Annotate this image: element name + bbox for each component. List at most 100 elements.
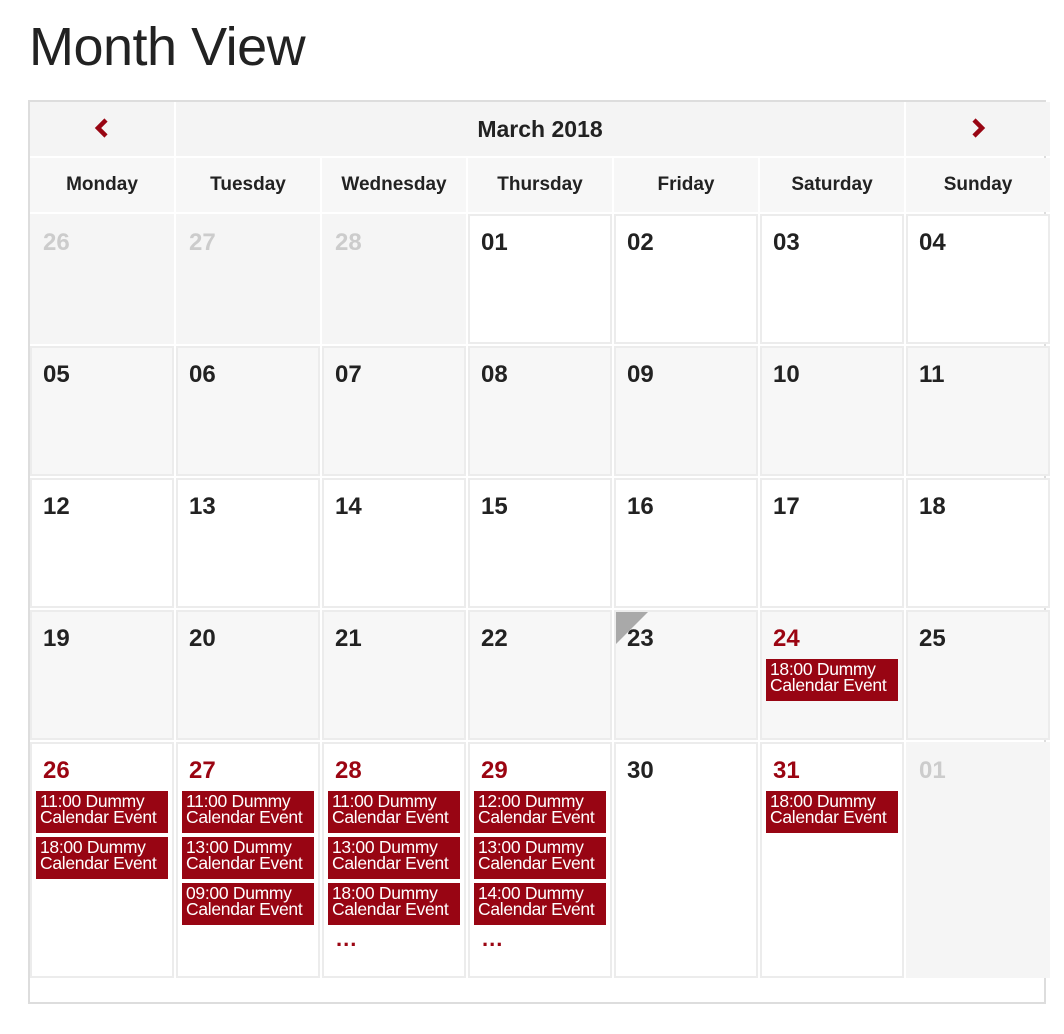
day-number: 20 [189, 625, 216, 652]
day-cell[interactable]: 30 [614, 742, 758, 978]
calendar-event[interactable]: 12:00 Dummy Calendar Event [474, 791, 606, 833]
day-cell-other-month[interactable]: 27 [176, 214, 320, 344]
day-number: 13 [189, 493, 216, 520]
day-number: 08 [481, 361, 508, 388]
calendar-event[interactable]: 18:00 Dummy Calendar Event [328, 883, 460, 925]
event-list: 12:00 Dummy Calendar Event 13:00 Dummy Ca… [474, 791, 606, 925]
day-cell[interactable]: 03 [760, 214, 905, 344]
calendar-event[interactable]: 14:00 Dummy Calendar Event [474, 883, 606, 925]
day-number: 19 [43, 625, 70, 652]
chevron-left-icon [94, 117, 108, 138]
event-list: 11:00 Dummy Calendar Event 13:00 Dummy Ca… [328, 791, 460, 925]
day-cell[interactable]: 21 [322, 610, 466, 740]
calendar-event[interactable]: 11:00 Dummy Calendar Event [36, 791, 168, 833]
weekday-header: Friday [614, 158, 758, 212]
day-cell[interactable]: 12 [30, 478, 174, 608]
page-title: Month View [29, 17, 306, 77]
weekday-header-row: Monday Tuesday Wednesday Thursday Friday… [30, 158, 1051, 212]
day-cell[interactable]: 01 [468, 214, 612, 344]
calendar-weeks: 26 27 28 01 02 03 04 05 06 07 08 09 10 11 12 13 14 15 16 17… [30, 214, 1051, 978]
prev-month-cell[interactable] [30, 102, 174, 156]
calendar-event[interactable]: 09:00 Dummy Calendar Event [182, 883, 314, 925]
day-cell[interactable]: 22 [468, 610, 612, 740]
more-events-link[interactable]: ... [482, 928, 610, 950]
day-number: 25 [919, 625, 946, 652]
day-number: 07 [335, 361, 362, 388]
day-cell[interactable]: 02 [614, 214, 758, 344]
day-cell[interactable]: 28 11:00 Dummy Calendar Event 13:00 Dummy … [322, 742, 466, 978]
day-number: 31 [773, 757, 800, 784]
calendar-event[interactable]: 18:00 Dummy Calendar Event [766, 659, 899, 701]
day-number: 16 [627, 493, 654, 520]
day-cell[interactable]: 29 12:00 Dummy Calendar Event 13:00 Dummy … [468, 742, 612, 978]
day-cell[interactable]: 13 [176, 478, 320, 608]
day-number: 05 [43, 361, 70, 388]
day-number: 10 [773, 361, 800, 388]
day-cell[interactable]: 08 [468, 346, 612, 476]
week-row: 12 13 14 15 16 17 18 [30, 478, 1051, 608]
calendar-nav-row: March 2018 [30, 102, 1051, 156]
day-cell[interactable]: 06 [176, 346, 320, 476]
weekday-header: Monday [30, 158, 174, 212]
calendar-event[interactable]: 13:00 Dummy Calendar Event [182, 837, 314, 879]
day-number: 17 [773, 493, 800, 520]
day-number: 27 [189, 229, 216, 256]
day-cell[interactable]: 19 [30, 610, 174, 740]
day-number: 30 [627, 757, 654, 784]
calendar-event[interactable]: 18:00 Dummy Calendar Event [766, 791, 899, 833]
today-corner-marker-icon [616, 612, 648, 644]
day-cell[interactable]: 09 [614, 346, 758, 476]
day-number: 09 [627, 361, 654, 388]
day-number: 15 [481, 493, 508, 520]
event-list: 18:00 Dummy Calendar Event [766, 791, 899, 833]
calendar-event[interactable]: 13:00 Dummy Calendar Event [328, 837, 460, 879]
day-number: 01 [919, 757, 946, 784]
day-number: 14 [335, 493, 362, 520]
calendar-event[interactable]: 18:00 Dummy Calendar Event [36, 837, 168, 879]
day-number: 11 [919, 361, 945, 388]
day-number: 29 [481, 757, 508, 784]
day-cell[interactable]: 11 [906, 346, 1051, 476]
day-cell[interactable]: 20 [176, 610, 320, 740]
week-row: 05 06 07 08 09 10 11 [30, 346, 1051, 476]
day-cell-other-month[interactable]: 26 [30, 214, 174, 344]
day-cell[interactable]: 04 [906, 214, 1051, 344]
day-cell[interactable]: 25 [906, 610, 1051, 740]
weekday-header: Sunday [906, 158, 1051, 212]
day-cell[interactable]: 07 [322, 346, 466, 476]
day-cell[interactable]: 15 [468, 478, 612, 608]
day-number: 27 [189, 757, 216, 784]
event-list: 11:00 Dummy Calendar Event 18:00 Dummy Ca… [36, 791, 168, 879]
day-cell[interactable]: 23 [614, 610, 758, 740]
day-number: 02 [627, 229, 654, 256]
calendar-event[interactable]: 11:00 Dummy Calendar Event [182, 791, 314, 833]
prev-month-button[interactable] [87, 112, 117, 142]
day-cell-other-month[interactable]: 01 [906, 742, 1051, 978]
next-month-button[interactable] [963, 112, 993, 142]
day-number: 06 [189, 361, 216, 388]
day-number: 24 [773, 625, 800, 652]
next-month-cell[interactable] [906, 102, 1051, 156]
day-cell[interactable]: 18 [906, 478, 1051, 608]
week-row: 26 27 28 01 02 03 04 [30, 214, 1051, 344]
day-cell[interactable]: 05 [30, 346, 174, 476]
day-cell[interactable]: 10 [760, 346, 905, 476]
weekday-header: Tuesday [176, 158, 320, 212]
day-cell[interactable]: 17 [760, 478, 905, 608]
day-cell[interactable]: 24 18:00 Dummy Calendar Event [760, 610, 905, 740]
day-cell[interactable]: 14 [322, 478, 466, 608]
day-number: 26 [43, 229, 70, 256]
day-cell-other-month[interactable]: 28 [322, 214, 466, 344]
more-events-link[interactable]: ... [336, 928, 464, 950]
day-number: 26 [43, 757, 70, 784]
day-cell[interactable]: 27 11:00 Dummy Calendar Event 13:00 Dummy … [176, 742, 320, 978]
day-number: 12 [43, 493, 70, 520]
day-cell[interactable]: 16 [614, 478, 758, 608]
day-number: 21 [335, 625, 362, 652]
weekday-header: Saturday [760, 158, 905, 212]
day-cell[interactable]: 26 11:00 Dummy Calendar Event 18:00 Dummy … [30, 742, 174, 978]
calendar-event[interactable]: 11:00 Dummy Calendar Event [328, 791, 460, 833]
calendar-event[interactable]: 13:00 Dummy Calendar Event [474, 837, 606, 879]
day-cell[interactable]: 31 18:00 Dummy Calendar Event [760, 742, 905, 978]
day-number: 01 [481, 229, 508, 256]
